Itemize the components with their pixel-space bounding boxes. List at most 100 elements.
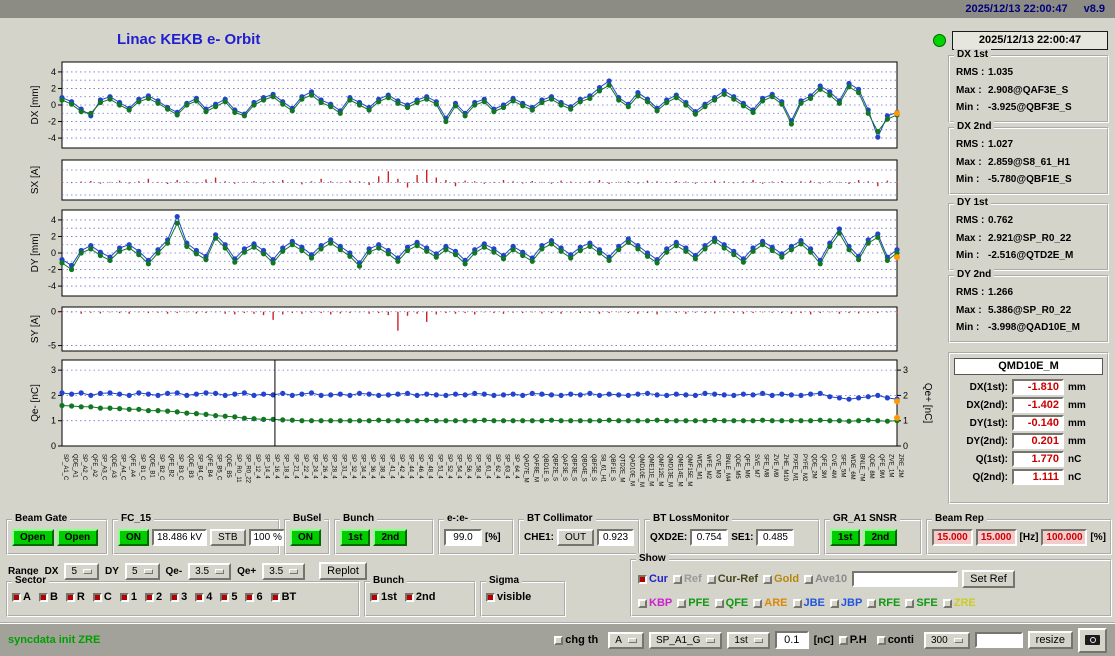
range-dy-select[interactable]: 5 <box>124 562 160 580</box>
checkbox[interactable] <box>672 574 682 584</box>
stat-dy-1st: DY 1st RMS :0.762 Max :2.921@SP_R0_22 Mi… <box>948 197 1109 271</box>
checkbox[interactable] <box>38 592 48 602</box>
count-entry[interactable] <box>974 632 1023 648</box>
bunch-2nd-item[interactable]: 2nd <box>404 591 441 603</box>
show-kbp-item[interactable]: KBP <box>638 597 677 609</box>
checkbox[interactable] <box>270 592 280 602</box>
gr-snsr-1st-button[interactable]: 1st <box>830 529 861 546</box>
resize-button[interactable]: resize <box>1027 631 1073 649</box>
checkbox[interactable] <box>714 598 724 608</box>
busel-on-button[interactable]: ON <box>290 529 321 546</box>
show-sfe-item[interactable]: SFE <box>905 597 942 609</box>
checkbox[interactable] <box>876 635 886 645</box>
show-pfe-item[interactable]: PFE <box>677 597 714 609</box>
checkbox[interactable] <box>905 598 915 608</box>
sector-select[interactable]: A <box>608 631 644 649</box>
show-qfe-item[interactable]: QFE <box>714 597 754 609</box>
svg-text:SP_38_4: SP_38_4 <box>379 454 385 479</box>
show-jbe-item[interactable]: JBE <box>792 597 830 609</box>
svg-text:WFE_M2: WFE_M2 <box>705 454 711 480</box>
camera-icon <box>1085 634 1100 645</box>
sigma-visible-item[interactable]: visible <box>486 591 536 603</box>
checkbox[interactable] <box>195 592 205 602</box>
checkbox[interactable] <box>119 592 129 602</box>
show-ref-item[interactable]: Ref <box>672 573 707 585</box>
count-select[interactable]: 300 <box>923 631 970 649</box>
bunch-1st-button[interactable]: 1st <box>340 529 371 546</box>
show-rfe-item[interactable]: RFE <box>867 597 905 609</box>
checkbox[interactable] <box>245 592 255 602</box>
checkbox[interactable] <box>554 635 564 645</box>
sector-item-1[interactable]: 1 <box>119 591 142 603</box>
sector-item-4[interactable]: 4 <box>195 591 217 603</box>
checkbox[interactable] <box>706 574 716 584</box>
beam-gate-open-1-button[interactable]: Open <box>12 529 54 546</box>
checkbox[interactable] <box>677 598 687 608</box>
ph-item[interactable]: P.H <box>838 634 872 646</box>
sector-item-2[interactable]: 2 <box>144 591 167 603</box>
show-cur-ref-item[interactable]: Cur-Ref <box>706 573 763 585</box>
checkbox[interactable] <box>220 592 230 602</box>
sector-item-bt[interactable]: BT <box>270 591 302 603</box>
checkbox[interactable] <box>804 574 814 584</box>
checkbox[interactable] <box>829 598 839 608</box>
checkbox[interactable] <box>792 598 802 608</box>
bunch-select[interactable]: 1st <box>727 631 770 649</box>
device-select[interactable]: SP_A1_G <box>648 631 723 649</box>
beam-rep-group: Beam Rep 15.000 15.000 [Hz] 100.000 [%] <box>926 513 1112 555</box>
checkbox[interactable] <box>753 598 763 608</box>
range-dx-select[interactable]: 5 <box>64 562 100 580</box>
range-qem-select[interactable]: 3.5 <box>188 562 232 580</box>
checkbox[interactable] <box>638 598 647 608</box>
timestamp-box: 2025/12/13 22:00:47 <box>952 31 1108 50</box>
sector-item-3[interactable]: 3 <box>170 591 192 603</box>
svg-text:QAD10E_M: QAD10E_M <box>628 454 634 486</box>
screenshot-button[interactable] <box>1078 627 1107 653</box>
show-are-item[interactable]: ARE <box>753 597 792 609</box>
threshold-field[interactable]: 0.1 <box>774 631 809 649</box>
show-gold-item[interactable]: Gold <box>763 573 804 585</box>
show-zre-item[interactable]: ZRE <box>942 597 981 609</box>
conti-item[interactable]: conti <box>876 634 919 646</box>
show-ave10-item[interactable]: Ave10 <box>804 573 852 585</box>
ref-entry[interactable] <box>852 571 959 587</box>
show-cur-item[interactable]: Cur <box>638 573 673 585</box>
svg-text:QMD10E_M: QMD10E_M <box>638 454 644 487</box>
checkbox[interactable] <box>92 592 102 602</box>
checkbox[interactable] <box>65 592 75 602</box>
checkbox[interactable] <box>170 592 180 602</box>
checkbox[interactable] <box>942 598 952 608</box>
checkbox[interactable] <box>404 592 414 602</box>
replot-button[interactable]: Replot <box>319 562 367 580</box>
checkbox[interactable] <box>638 574 647 584</box>
sector-item-b[interactable]: B <box>38 591 63 603</box>
range-qep-select[interactable]: 3.5 <box>262 562 306 580</box>
sector-item-6[interactable]: 6 <box>245 591 267 603</box>
checkbox[interactable] <box>144 592 154 602</box>
fc15-on-button[interactable]: ON <box>118 529 149 546</box>
show-jbp-item[interactable]: JBP <box>829 597 867 609</box>
checkbox[interactable] <box>12 592 21 602</box>
sector-item-a[interactable]: A <box>12 591 36 603</box>
bunch-2nd-button[interactable]: 2nd <box>373 529 408 546</box>
set-ref-button[interactable]: Set Ref <box>962 570 1015 588</box>
checkbox[interactable] <box>486 592 495 602</box>
checkbox[interactable] <box>838 635 848 645</box>
svg-text:ZVE_M9: ZVE_M9 <box>772 454 778 478</box>
sector-item-c[interactable]: C <box>92 591 117 603</box>
chg-th-item[interactable]: chg th <box>554 634 603 646</box>
gr-snsr-2nd-button[interactable]: 2nd <box>863 529 898 546</box>
bunch-1st-item[interactable]: 1st <box>370 591 402 603</box>
checkbox[interactable] <box>370 592 379 602</box>
sector-item-r[interactable]: R <box>65 591 90 603</box>
sector-item-5[interactable]: 5 <box>220 591 242 603</box>
svg-text:BNLE_M4: BNLE_M4 <box>724 454 730 482</box>
checkbox[interactable] <box>867 598 877 608</box>
beam-gate-group: Beam Gate Open Open <box>6 513 108 555</box>
fc15-stb-button[interactable]: STB <box>210 529 246 546</box>
beam-gate-open-2-button[interactable]: Open <box>56 529 99 546</box>
checkbox[interactable] <box>763 574 773 584</box>
che1-readout: 0.923 <box>597 529 634 546</box>
ee-ratio-field[interactable]: 99.0 <box>444 529 482 546</box>
che1-out-button[interactable]: OUT <box>557 529 595 546</box>
